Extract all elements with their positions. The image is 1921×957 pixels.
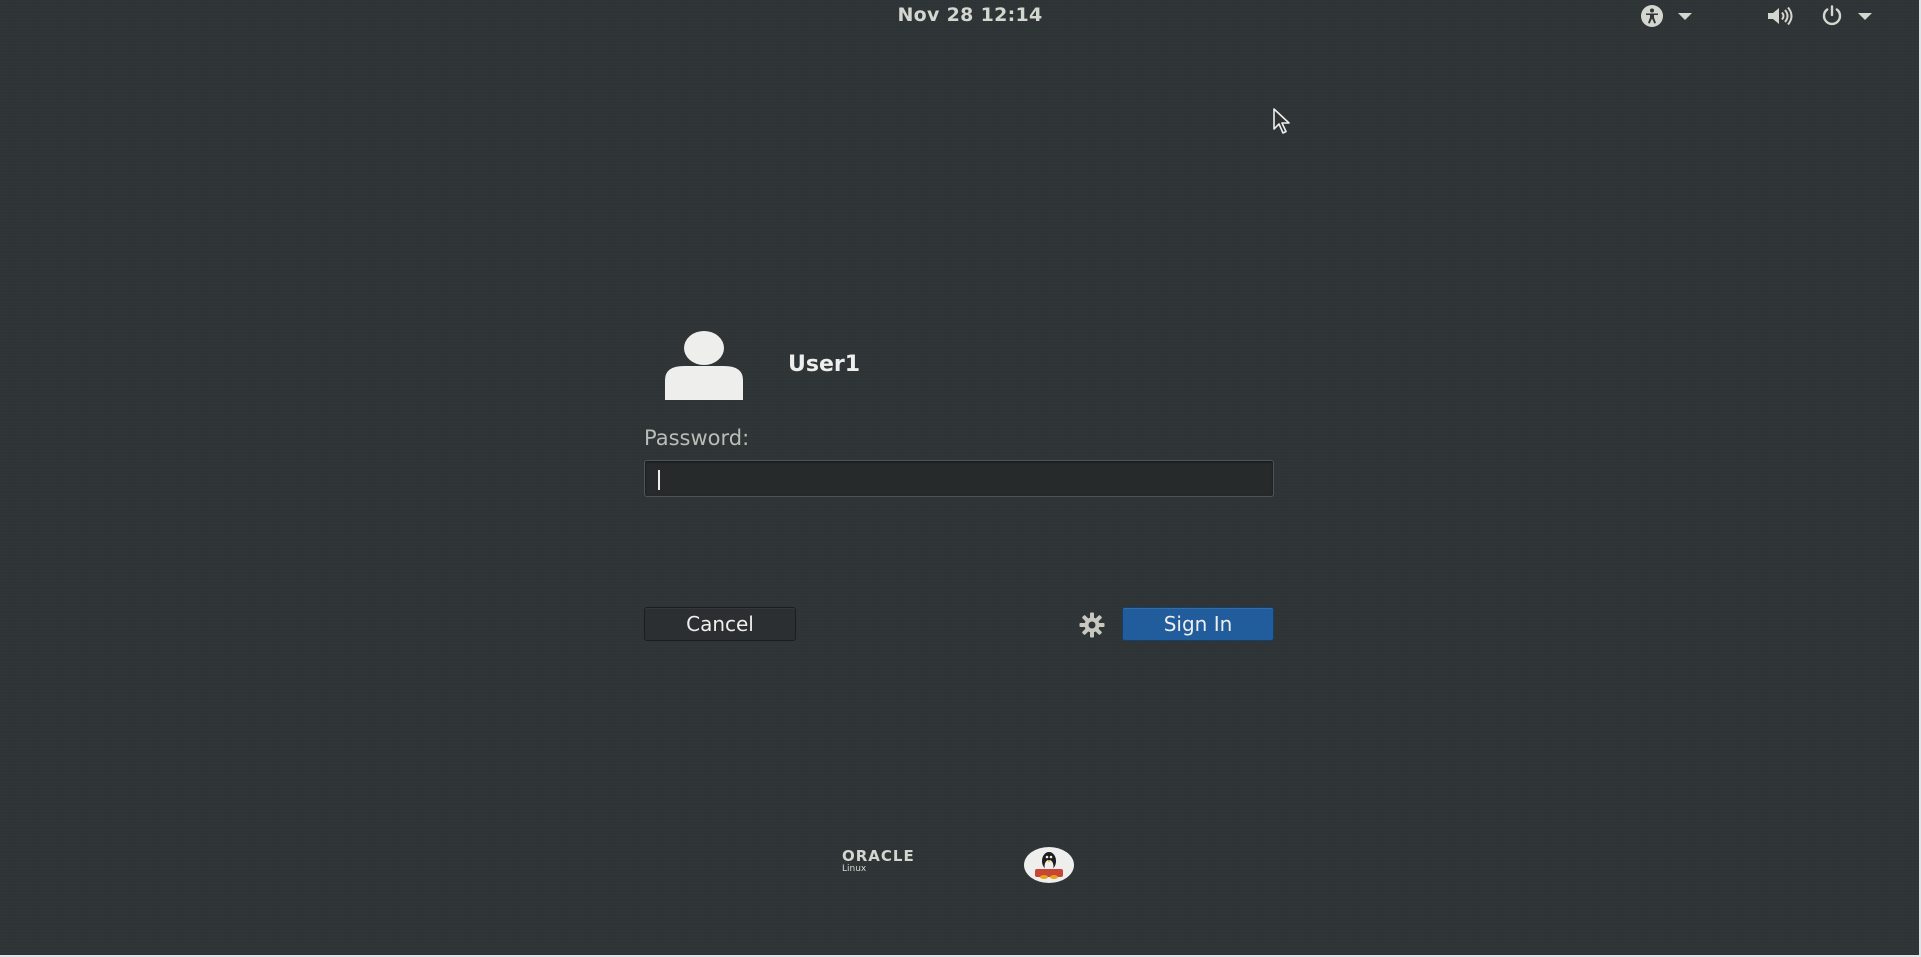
tux-penguin-logo <box>1024 847 1074 883</box>
volume-icon <box>1768 6 1793 26</box>
volume-indicator[interactable] <box>1766 4 1796 28</box>
gear-icon[interactable] <box>1078 611 1106 639</box>
oracle-subtitle: Linux <box>842 864 867 874</box>
password-field-wrap <box>644 450 1274 497</box>
login-dialog: User1 Password: Cancel Sign In <box>644 328 1274 641</box>
accessibility-menu[interactable] <box>1640 4 1692 28</box>
oracle-linux-logo: ORACLE Linux <box>842 848 915 875</box>
avatar <box>665 331 743 400</box>
user-name: User1 <box>788 351 861 377</box>
power-menu[interactable] <box>1820 4 1872 28</box>
user-entry[interactable]: User1 <box>644 328 1274 400</box>
button-row: Cancel Sign In <box>644 607 1274 641</box>
clock[interactable]: Nov 28 12:14 <box>880 4 1060 26</box>
accessibility-icon <box>1641 5 1663 27</box>
chevron-down-icon <box>1858 12 1872 20</box>
cancel-button[interactable]: Cancel <box>644 607 796 641</box>
oracle-wordmark: ORACLE <box>842 847 915 865</box>
top-bar: Nov 28 12:14 <box>0 0 1921 32</box>
mouse-pointer-icon <box>1273 108 1290 134</box>
sign-in-button[interactable]: Sign In <box>1122 607 1274 641</box>
password-label: Password: <box>644 426 750 450</box>
login-screen: Nov 28 12:14 User1 Password: Cancel Sign… <box>0 0 1921 957</box>
chevron-down-icon <box>1678 12 1692 20</box>
power-icon <box>1822 5 1842 26</box>
text-cursor <box>658 470 660 490</box>
password-input[interactable] <box>644 460 1274 497</box>
